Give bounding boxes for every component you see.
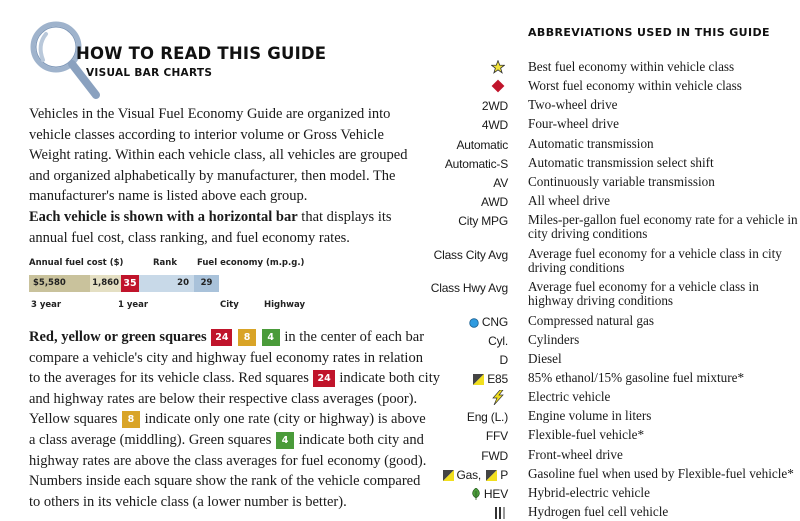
abbreviation-key: Eng (L.) bbox=[466, 410, 508, 424]
abbreviation-definition: Cylinders bbox=[528, 332, 580, 347]
abbreviation-key: FWD bbox=[481, 449, 508, 463]
squares-line: Red, yellow or green squares 24 8 4 in t… bbox=[29, 327, 424, 348]
rank-square: 35 bbox=[121, 275, 139, 292]
label-city: City bbox=[220, 300, 239, 310]
three-year-cost: $5,580 bbox=[29, 275, 90, 292]
bar-description-lead: Each vehicle is shown with a horizontal … bbox=[29, 209, 298, 225]
abbreviation-definition: Diesel bbox=[528, 351, 562, 366]
abbreviation-key bbox=[491, 60, 508, 76]
abbreviation-definition: Front-wheel drive bbox=[528, 447, 623, 462]
blue-dot-icon bbox=[469, 318, 479, 328]
squares-text: to the averages for its vehicle class. R… bbox=[29, 370, 313, 387]
abbreviation-key: FFV bbox=[485, 429, 508, 443]
abbreviations-title: ABBREVIATIONS USED IN THIS GUIDE bbox=[528, 26, 770, 39]
squares-text: indicate only one rate (city or highway)… bbox=[140, 411, 426, 428]
abbreviation-key: Automatic bbox=[456, 138, 508, 152]
abbreviation-key: Cyl. bbox=[488, 334, 508, 348]
abbreviation-definition: Hydrogen fuel cell vehicle bbox=[528, 504, 669, 519]
abbreviation-key: CNG bbox=[469, 314, 508, 330]
abbreviation-key: 2WD bbox=[481, 99, 508, 113]
abbreviation-definition: Flexible-fuel vehicle* bbox=[528, 427, 645, 442]
abbreviations-section: ABBREVIATIONS USED IN THIS GUIDE Best fu… bbox=[420, 0, 800, 519]
abbreviation-definition: Average fuel economy for a vehicle class… bbox=[528, 279, 759, 308]
label-annual-fuel-cost: Annual fuel cost ($) bbox=[29, 258, 124, 268]
abbreviation-definition: Miles-per-gallon fuel economy rate for a… bbox=[528, 212, 798, 241]
abbreviation-key bbox=[495, 505, 508, 521]
red-diamond-icon bbox=[491, 79, 505, 93]
squares-line: to the averages for its vehicle class. R… bbox=[29, 368, 440, 389]
abbreviation-key: Gas, P bbox=[442, 467, 508, 483]
squares-line: and highway rates are below their respec… bbox=[29, 390, 418, 407]
squares-line: highway rates are above the class averag… bbox=[29, 452, 427, 469]
abbreviation-definition: Best fuel economy within vehicle class bbox=[528, 59, 735, 74]
sample-vehicle-bar: $5,580 1,860 35 20 29 bbox=[29, 275, 219, 292]
abbreviation-definition: Automatic transmission select shift bbox=[528, 155, 714, 170]
squares-text: indicate both city and bbox=[295, 431, 424, 448]
abbreviation-key: D bbox=[499, 353, 509, 367]
label-three-year: 3 year bbox=[31, 300, 62, 310]
squares-text: a class average (middling). Green square… bbox=[29, 431, 275, 448]
abbreviation-definition: Automatic transmission bbox=[528, 136, 654, 151]
label-fuel-economy: Fuel economy (m.p.g.) bbox=[197, 258, 305, 268]
abbreviation-key: HEV bbox=[471, 486, 508, 502]
squares-text: Yellow squares bbox=[29, 411, 121, 428]
abbreviation-definition: Hybrid-electric vehicle bbox=[528, 485, 650, 500]
squares-line: a class average (middling). Green square… bbox=[29, 430, 424, 451]
lightning-bolt-icon bbox=[492, 390, 504, 405]
abbreviation-definition: Two-wheel drive bbox=[528, 97, 618, 112]
city-mpg: 20 bbox=[139, 275, 194, 292]
highway-mpg: 29 bbox=[194, 275, 219, 292]
abbreviation-definition: Engine volume in liters bbox=[528, 408, 652, 423]
flex-fuel-gas-icon bbox=[442, 470, 454, 481]
abbreviation-definition: Compressed natural gas bbox=[528, 313, 654, 328]
bar-description-paragraph: Each vehicle is shown with a horizontal … bbox=[29, 207, 409, 248]
abbreviation-definition: All wheel drive bbox=[528, 193, 611, 208]
flex-fuel-e85-icon bbox=[473, 374, 485, 385]
abbreviation-definition: Gasoline fuel when used by Flexible-fuel… bbox=[528, 466, 794, 481]
one-year-cost: 1,860 bbox=[90, 275, 121, 292]
yellow-rank-square: 8 bbox=[238, 329, 257, 346]
squares-paragraph: Red, yellow or green squares 24 8 4 in t… bbox=[29, 327, 440, 512]
squares-line: to others in its vehicle class (a lower … bbox=[29, 493, 347, 510]
abbreviation-key bbox=[491, 390, 508, 407]
abbreviation-key: Class Hwy Avg bbox=[430, 281, 508, 295]
label-rank: Rank bbox=[153, 258, 177, 268]
abbreviation-key: E85 bbox=[473, 371, 508, 387]
label-one-year: 1 year bbox=[118, 300, 149, 310]
hydrogen-icon bbox=[495, 507, 505, 519]
abbreviation-definition: Four-wheel drive bbox=[528, 116, 619, 131]
abbreviation-key: City MPG bbox=[458, 214, 508, 228]
intro-paragraph: Vehicles in the Visual Fuel Economy Guid… bbox=[29, 106, 408, 205]
squares-lead: Red, yellow or green squares bbox=[29, 329, 207, 345]
section-subtitle: VISUAL BAR CHARTS bbox=[86, 67, 213, 79]
abbreviation-definition: Continuously variable transmission bbox=[528, 174, 715, 189]
squares-line: Yellow squares 8 indicate only one rate … bbox=[29, 409, 426, 430]
abbreviation-definition: Worst fuel economy within vehicle class bbox=[528, 78, 742, 93]
yellow-rank-square: 8 bbox=[121, 411, 140, 429]
squares-text: in the center of each bar bbox=[280, 329, 425, 345]
abbreviation-key: Class City Avg bbox=[433, 248, 509, 262]
abbreviation-key: AV bbox=[493, 176, 508, 190]
squares-line: Numbers inside each square show the rank… bbox=[29, 473, 421, 490]
abbreviation-definition: Average fuel economy for a vehicle class… bbox=[528, 246, 782, 275]
abbreviation-definition: Electric vehicle bbox=[528, 389, 611, 404]
green-rank-square: 4 bbox=[276, 431, 294, 449]
star-icon bbox=[491, 60, 505, 74]
red-rank-square: 24 bbox=[313, 370, 335, 388]
how-to-read-section: HOW TO READ THIS GUIDE VISUAL BAR CHARTS… bbox=[0, 0, 440, 514]
abbreviation-key: Automatic-S bbox=[444, 157, 508, 171]
squares-line: compare a vehicle's city and highway fue… bbox=[29, 349, 423, 366]
label-highway: Highway bbox=[264, 300, 306, 310]
green-rank-square: 4 bbox=[261, 329, 280, 346]
abbreviation-key: 4WD bbox=[481, 118, 508, 132]
abbreviation-definition: 85% ethanol/15% gasoline fuel mixture* bbox=[528, 370, 745, 385]
abbreviation-key: AWD bbox=[481, 195, 508, 209]
red-rank-square: 24 bbox=[211, 329, 233, 346]
flex-fuel-gas-icon bbox=[486, 470, 498, 481]
page-title: HOW TO READ THIS GUIDE bbox=[76, 44, 327, 63]
abbreviation-key bbox=[491, 79, 508, 95]
leaf-icon bbox=[472, 488, 480, 500]
